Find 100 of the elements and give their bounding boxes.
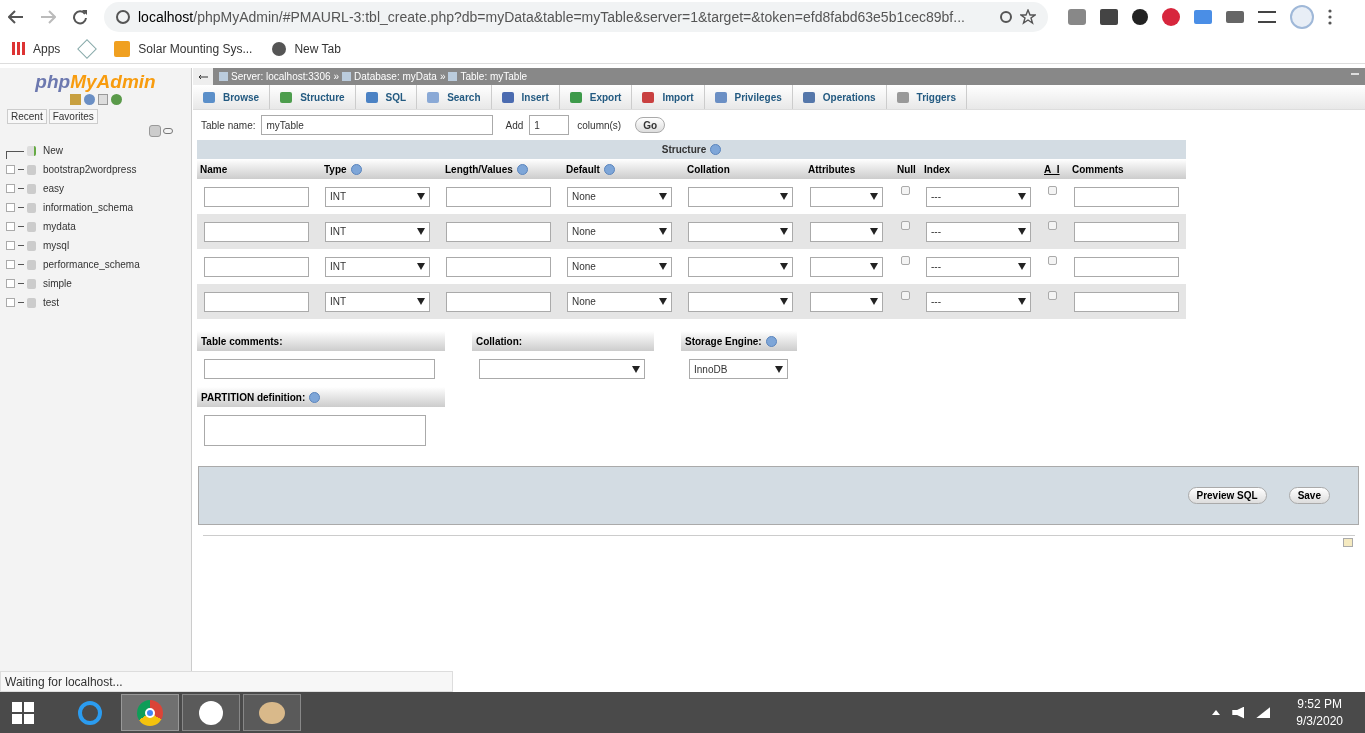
help-icon[interactable] — [309, 391, 321, 403]
partition-textarea[interactable] — [204, 415, 426, 446]
comments-field[interactable] — [1074, 221, 1179, 242]
checkbox[interactable] — [1048, 256, 1057, 265]
document-icon[interactable] — [97, 94, 108, 105]
logo[interactable]: phpMyAdmin — [0, 71, 191, 93]
checkbox[interactable] — [901, 256, 910, 265]
collation-select[interactable] — [688, 186, 793, 207]
bookmark[interactable]: Apps — [12, 39, 61, 58]
length-field[interactable] — [446, 291, 551, 312]
index-select[interactable]: --- — [926, 221, 1031, 242]
info-icon[interactable] — [116, 10, 130, 24]
tree-item[interactable]: performance_schema — [0, 255, 191, 274]
tab[interactable]: SQL — [355, 85, 418, 109]
tree-item[interactable]: information_schema — [0, 198, 191, 217]
back-icon[interactable] — [8, 10, 24, 24]
help-icon[interactable] — [603, 164, 615, 176]
index-select[interactable]: --- — [926, 256, 1031, 277]
go-button[interactable]: Go — [635, 117, 666, 133]
show-hidden-icon[interactable] — [1212, 710, 1221, 715]
attributes-select[interactable] — [810, 186, 883, 207]
tab[interactable]: Privileges — [704, 85, 793, 109]
length-field[interactable] — [446, 221, 551, 242]
expand-icon[interactable] — [6, 260, 15, 269]
checkbox[interactable] — [1048, 221, 1057, 230]
expand-icon[interactable] — [6, 298, 15, 307]
expand-icon[interactable] — [6, 165, 15, 174]
breadcrumb-link[interactable]: Table: myTable — [460, 69, 528, 84]
chrome-icon[interactable] — [121, 694, 179, 731]
attributes-select[interactable] — [810, 256, 883, 277]
breadcrumb-link[interactable]: Server: localhost:3306 — [231, 69, 331, 84]
collapse-icon[interactable] — [149, 125, 161, 137]
comments-field[interactable] — [1074, 186, 1179, 207]
checkbox[interactable] — [901, 221, 910, 230]
length-field[interactable] — [446, 186, 551, 207]
default-select[interactable]: None — [567, 256, 672, 277]
name-field[interactable] — [204, 186, 309, 207]
collation-select[interactable] — [688, 221, 793, 242]
tab[interactable]: Browse — [193, 85, 271, 109]
checkbox[interactable] — [901, 291, 910, 300]
name-field[interactable] — [204, 256, 309, 277]
speaker-icon[interactable] — [1232, 706, 1245, 719]
tree-item[interactable]: mysql — [0, 236, 191, 255]
expand-icon[interactable] — [6, 184, 15, 193]
help-icon[interactable] — [710, 144, 722, 155]
tab[interactable]: Search — [417, 85, 492, 109]
preview-sql-button[interactable]: Preview SQL — [1187, 487, 1267, 504]
tree-item[interactable]: bootstrap2wordpress — [0, 160, 191, 179]
type-select[interactable]: INT — [325, 221, 430, 242]
sidebar-tab[interactable]: Favorites — [48, 109, 98, 124]
tab[interactable]: Operations — [792, 85, 887, 109]
storage-engine-select[interactable]: InnoDB — [689, 359, 788, 379]
default-select[interactable]: None — [567, 186, 672, 207]
tree-item[interactable]: New — [0, 141, 191, 160]
menu-icon[interactable] — [1328, 9, 1332, 25]
checkbox[interactable] — [901, 186, 910, 195]
tab[interactable]: Export — [559, 85, 633, 109]
checkbox[interactable] — [1048, 291, 1057, 300]
help-icon[interactable] — [765, 335, 777, 347]
expand-icon[interactable] — [6, 279, 15, 288]
name-field[interactable] — [204, 221, 309, 242]
comments-field[interactable] — [1074, 291, 1179, 312]
extension-icon[interactable] — [1132, 9, 1148, 25]
tab[interactable]: Insert — [491, 85, 560, 109]
table-collation-select[interactable] — [479, 359, 645, 379]
type-select[interactable]: INT — [325, 256, 430, 277]
breadcrumb-link[interactable]: Database: myData — [354, 69, 437, 84]
default-select[interactable]: None — [567, 221, 672, 242]
collation-select[interactable] — [688, 256, 793, 277]
console-icon[interactable] — [1343, 538, 1353, 547]
link-icon[interactable] — [163, 128, 173, 134]
tree-item[interactable]: easy — [0, 179, 191, 198]
expand-icon[interactable] — [6, 222, 15, 231]
type-select[interactable]: INT — [325, 186, 430, 207]
column-count-field[interactable]: 1 — [529, 115, 570, 135]
star-icon[interactable] — [1020, 9, 1036, 25]
expand-icon[interactable] — [6, 241, 15, 250]
length-field[interactable] — [446, 256, 551, 277]
attributes-select[interactable] — [810, 221, 883, 242]
save-button[interactable]: Save — [1288, 487, 1330, 504]
help-icon[interactable] — [83, 94, 95, 105]
type-select[interactable]: INT — [325, 291, 430, 312]
bookmark[interactable]: Solar Mounting Sys... — [114, 39, 253, 58]
address-bar[interactable]: localhost/phpMyAdmin/#PMAURL-3:tbl_create.php?db=myData&table=myTable&server=1&target=&token=efd8fabd63e5b1cec89bf... — [104, 2, 1048, 32]
bookmark[interactable]: New Tab — [272, 39, 341, 58]
attributes-select[interactable] — [810, 291, 883, 312]
windows-start-icon[interactable] — [12, 701, 34, 724]
app-icon[interactable] — [182, 694, 240, 731]
help-icon[interactable] — [516, 164, 528, 176]
collation-select[interactable] — [688, 291, 793, 312]
comments-field[interactable] — [1074, 256, 1179, 277]
name-field[interactable] — [204, 291, 309, 312]
tab[interactable]: Triggers — [886, 85, 968, 109]
table-comments-field[interactable] — [204, 359, 435, 379]
tree-item[interactable]: test — [0, 293, 191, 312]
forward-icon[interactable] — [40, 10, 56, 24]
tree-item[interactable]: simple — [0, 274, 191, 293]
tree-item[interactable]: mydata — [0, 217, 191, 236]
tab[interactable]: Import — [632, 85, 705, 109]
checkbox[interactable] — [1048, 186, 1057, 195]
